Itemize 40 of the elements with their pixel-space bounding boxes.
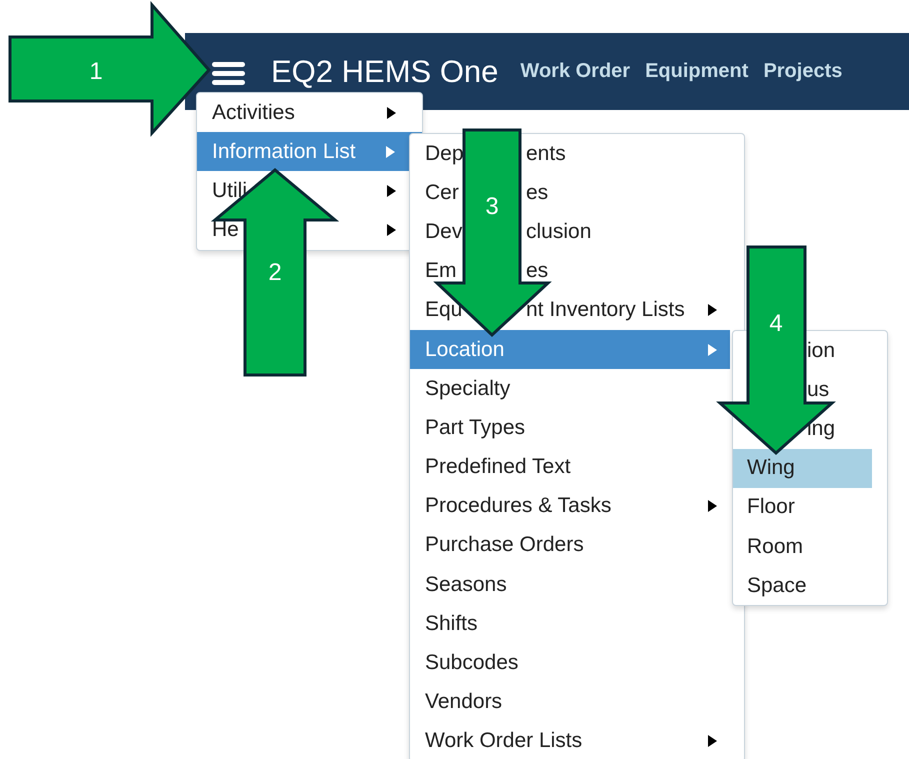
nav-link[interactable]: Projects: [763, 60, 842, 83]
caret-icon: [708, 735, 717, 748]
menu-item-label[interactable]: ing: [807, 416, 836, 441]
menu-item-label[interactable]: ion: [807, 338, 836, 363]
caret-icon: [387, 224, 396, 236]
step-number: 3: [485, 193, 499, 220]
menu-item[interactable]: Information List: [197, 132, 422, 172]
menu-item[interactable]: Vendors: [410, 682, 744, 722]
caret-icon: [387, 184, 396, 197]
menu-item-label[interactable]: Em: [425, 259, 456, 284]
menu-item-label[interactable]: us: [807, 378, 830, 402]
step-number: 1: [89, 58, 103, 85]
menu-item[interactable]: Shifts: [410, 604, 744, 644]
menu-item[interactable]: Subcodes: [410, 643, 744, 683]
menu-item[interactable]: Work Order Lists: [410, 722, 744, 759]
nav-link[interactable]: Work Order: [520, 60, 630, 83]
menu-item[interactable]: Activities: [197, 93, 422, 132]
menu-item-label[interactable]: es: [526, 180, 548, 205]
menu-item-label[interactable]: Equ: [425, 298, 462, 322]
step-number: 4: [769, 310, 783, 337]
caret-icon: [387, 106, 396, 119]
app-title: EQ2 HEMS One: [271, 54, 498, 90]
menu-item-label[interactable]: ents: [526, 142, 566, 166]
step-number: 2: [268, 259, 282, 286]
menu-item-label[interactable]: es: [526, 259, 548, 284]
menu-item[interactable]: Location: [410, 330, 730, 370]
menu-item-label[interactable]: nt Inventory Lists: [526, 298, 685, 322]
menu-icon[interactable]: [212, 62, 245, 85]
menu-item-label[interactable]: Cer: [425, 180, 459, 205]
menu-item-label[interactable]: Dep: [425, 142, 464, 166]
menu-item[interactable]: Room: [733, 526, 887, 566]
menu-item[interactable]: Wing: [733, 448, 872, 488]
menu-item-label[interactable]: clusion: [526, 220, 592, 244]
nav-link[interactable]: Equipment: [645, 60, 748, 83]
caret-icon: [708, 304, 717, 316]
caret-icon: [386, 146, 395, 158]
menu-item[interactable]: Space: [733, 566, 887, 606]
menu-item-label[interactable]: Dev: [425, 220, 462, 244]
caret-icon: [708, 500, 717, 512]
caret-icon: [708, 344, 717, 356]
